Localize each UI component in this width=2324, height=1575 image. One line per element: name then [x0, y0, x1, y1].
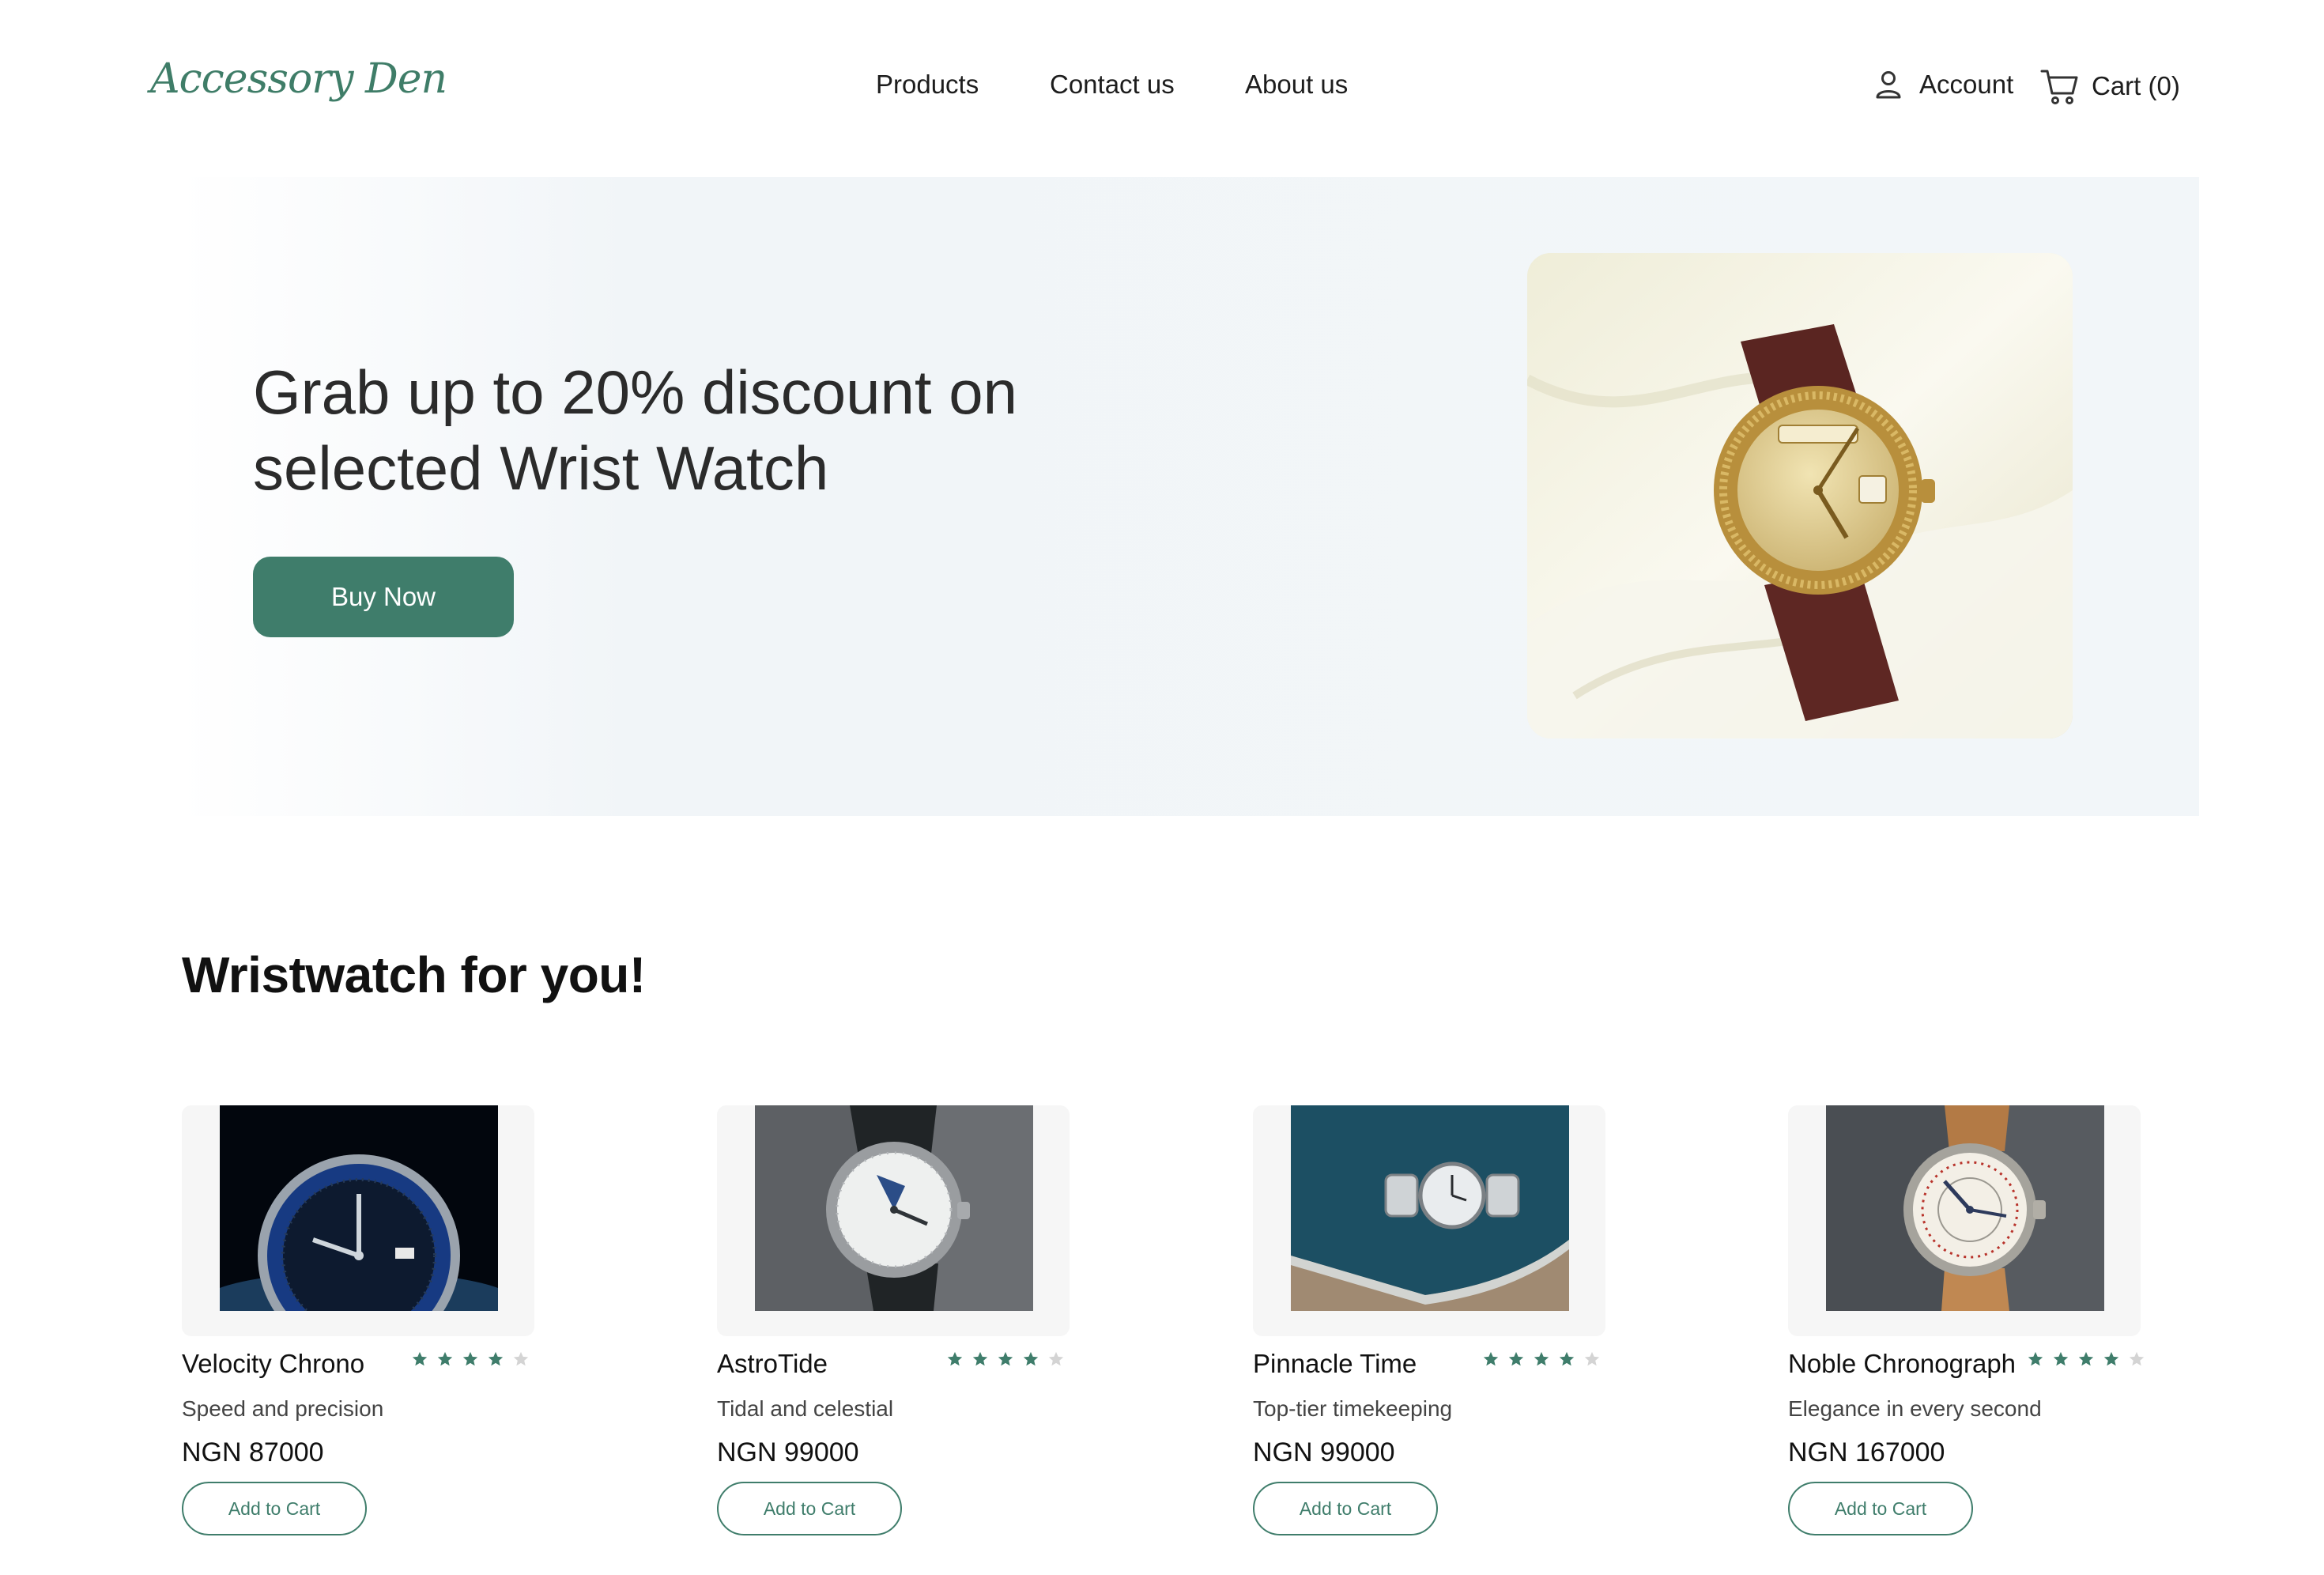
nav-products[interactable]: Products: [876, 70, 979, 100]
account-label: Account: [1919, 70, 2014, 99]
rating-stars: [1482, 1350, 1609, 1368]
star-icon: [2053, 1351, 2069, 1366]
star-icon: [462, 1351, 478, 1366]
shopping-cart-icon: [2040, 70, 2078, 104]
star-icon: [1584, 1351, 1600, 1366]
product-description: Elegance in every second: [1788, 1396, 2042, 1421]
cart-link[interactable]: Cart (0): [2039, 66, 2180, 106]
cart-label: Cart (0): [2092, 71, 2180, 100]
star-icon: [2129, 1351, 2145, 1366]
product-card[interactable]: Velocity Chrono Speed and precision NGN …: [182, 1105, 609, 1548]
product-description: Top-tier timekeeping: [1253, 1396, 1453, 1421]
add-to-cart-button[interactable]: Add to Cart: [182, 1482, 367, 1535]
product-price: NGN 167000: [1788, 1437, 1945, 1467]
product-price: NGN 99000: [717, 1437, 859, 1467]
hero-watch-image: [1527, 253, 2073, 738]
nav-contact-us[interactable]: Contact us: [1050, 70, 1175, 100]
star-icon: [513, 1351, 529, 1366]
product-image[interactable]: [1826, 1105, 2104, 1311]
product-image-frame: [717, 1105, 1070, 1336]
section-title: Wristwatch for you!: [182, 946, 646, 1003]
product-price: NGN 99000: [1253, 1437, 1395, 1467]
star-icon: [1534, 1351, 1549, 1366]
star-icon: [412, 1351, 428, 1366]
product-name[interactable]: Noble Chronograph: [1788, 1349, 2016, 1379]
product-description: Tidal and celestial: [717, 1396, 894, 1421]
product-card[interactable]: Noble Chronograph Elegance in every seco…: [1788, 1105, 2215, 1548]
product-image[interactable]: [1291, 1105, 1569, 1311]
add-to-cart-button[interactable]: Add to Cart: [1788, 1482, 1973, 1535]
buy-now-button[interactable]: Buy Now: [253, 557, 514, 637]
product-image[interactable]: [220, 1105, 498, 1311]
star-icon: [998, 1351, 1013, 1366]
product-card[interactable]: Pinnacle Time Top-tier timekeeping NGN 9…: [1253, 1105, 1680, 1548]
star-icon: [947, 1351, 963, 1366]
star-icon: [437, 1351, 453, 1366]
add-to-cart-button[interactable]: Add to Cart: [717, 1482, 902, 1535]
star-icon: [2103, 1351, 2119, 1366]
star-icon: [972, 1351, 988, 1366]
product-name[interactable]: AstroTide: [717, 1349, 828, 1379]
rating-stars: [2027, 1350, 2153, 1368]
star-icon: [2078, 1351, 2094, 1366]
star-icon: [488, 1351, 504, 1366]
product-image-frame: [1253, 1105, 1605, 1336]
star-icon: [2028, 1351, 2043, 1366]
product-price: NGN 87000: [182, 1437, 324, 1467]
rating-stars: [946, 1350, 1073, 1368]
star-icon: [1023, 1351, 1039, 1366]
product-name[interactable]: Velocity Chrono: [182, 1349, 364, 1379]
logo[interactable]: Accessory Den: [150, 55, 447, 103]
star-icon: [1559, 1351, 1575, 1366]
product-name[interactable]: Pinnacle Time: [1253, 1349, 1417, 1379]
product-image-frame: [182, 1105, 534, 1336]
nav-about-us[interactable]: About us: [1245, 70, 1348, 100]
product-image-frame: [1788, 1105, 2141, 1336]
star-icon: [1508, 1351, 1524, 1366]
add-to-cart-button[interactable]: Add to Cart: [1253, 1482, 1438, 1535]
product-description: Speed and precision: [182, 1396, 384, 1421]
account-link[interactable]: Account: [1875, 70, 2013, 100]
rating-stars: [411, 1350, 538, 1368]
user-icon: [1876, 71, 1901, 99]
star-icon: [1483, 1351, 1499, 1366]
star-icon: [1048, 1351, 1064, 1366]
product-image[interactable]: [755, 1105, 1033, 1311]
product-card[interactable]: AstroTide Tidal and celestial NGN 99000 …: [717, 1105, 1144, 1548]
hero-heading: Grab up to 20% discount on selected Wris…: [253, 357, 1017, 503]
